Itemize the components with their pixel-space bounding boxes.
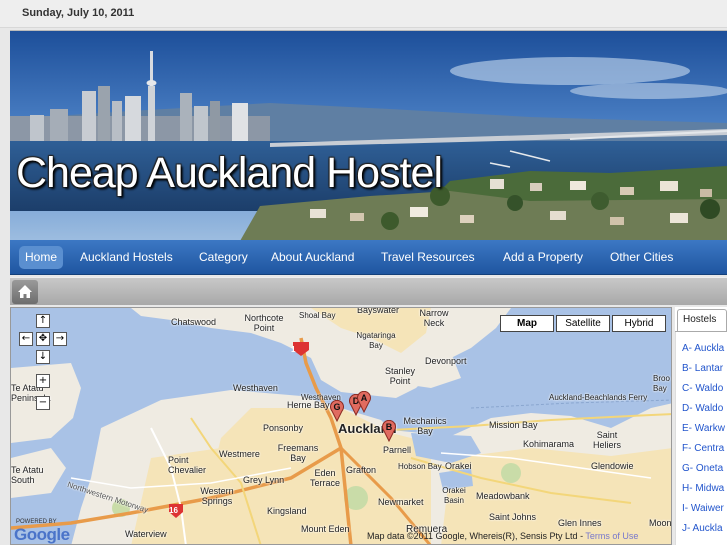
google-wordmark: Google	[14, 525, 70, 544]
tab-hostels[interactable]: Hostels	[677, 309, 727, 331]
map-label-westmere: Westmere	[219, 449, 260, 459]
site-title: Cheap Auckland Hostel	[16, 149, 443, 197]
map-label-orakei: Orakei	[445, 461, 472, 471]
map-label-narrow-neck: Narrow Neck	[419, 308, 449, 328]
google-map[interactable]: 1 16 Chatswood Northcote Point Shoal Bay…	[10, 307, 672, 545]
map-label-orakei-basin: Orakei Basin	[442, 486, 466, 505]
map-label-herne-bay: Herne Bay	[287, 400, 330, 410]
nav-travel-resources[interactable]: Travel Resources	[375, 246, 481, 269]
map-label-ponsonby: Ponsonby	[263, 423, 304, 433]
map-marker-a[interactable]: A	[356, 391, 372, 413]
map-label-glendowie: Glendowie	[591, 461, 634, 471]
map-label-devonport: Devonport	[425, 356, 467, 366]
map-type-satellite-button[interactable]: Satellite	[556, 315, 610, 332]
map-label-western-springs: Western Springs	[200, 486, 234, 506]
hostel-link-i[interactable]: I- Waiwer	[682, 503, 724, 514]
page: Sunday, July 10, 2011 Cheap Auckland Hos…	[0, 0, 727, 545]
date-bar: Sunday, July 10, 2011	[0, 0, 727, 28]
home-button[interactable]	[12, 280, 38, 304]
marker-label: G	[333, 402, 341, 412]
map-label-bayswater: Bayswater	[357, 307, 400, 315]
zoom-in-button[interactable]: +	[36, 374, 50, 388]
hostel-link-a[interactable]: A- Auckla	[682, 343, 724, 354]
pan-center-button[interactable]: ✥	[36, 332, 50, 346]
map-copyright-text: Map data ©2011 Google, Whereis(R), Sensi…	[367, 531, 586, 541]
pan-left-button[interactable]: ←	[19, 332, 33, 346]
map-label-grafton: Grafton	[346, 465, 377, 475]
map-label-westhaven: Westhaven	[233, 383, 278, 393]
nav-add-a-property[interactable]: Add a Property	[497, 246, 589, 269]
map-label-chatswood: Chatswood	[171, 317, 217, 327]
hostels-sidebar: Hostels A- Auckla B- Lantar C- Waldo D- …	[675, 307, 727, 545]
map-label-saint-heliers: Saint Heliers	[592, 430, 621, 450]
hostel-link-c[interactable]: C- Waldo	[682, 383, 723, 394]
map-label-moon: Moon	[649, 518, 672, 528]
google-logo[interactable]: POWERED BY Google	[14, 519, 70, 544]
map-label-glen-innes: Glen Innes	[558, 518, 602, 528]
nav-other-cities[interactable]: Other Cities	[604, 246, 679, 269]
map-label-freemans-bay: Freemans Bay	[277, 443, 319, 463]
nav-auckland-hostels[interactable]: Auckland Hostels	[74, 246, 179, 269]
hostel-link-d[interactable]: D- Waldo	[682, 403, 723, 414]
route-shield-1-label: 1	[291, 345, 296, 354]
map-label-saint-johns: Saint Johns	[489, 512, 537, 522]
pan-down-button[interactable]: ↓	[36, 350, 50, 364]
map-label-shoal-bay: Shoal Bay	[299, 311, 336, 320]
map-label-hobson-bay: Hobson Bay	[398, 462, 442, 471]
map-label-mount-eden: Mount Eden	[301, 524, 350, 534]
map-label-auckland-beachlands-ferry: Auckland-Beachlands Ferry	[549, 393, 648, 402]
nav-category[interactable]: Category	[193, 246, 254, 269]
hostel-link-e[interactable]: E- Warkw	[682, 423, 725, 434]
hostel-link-g[interactable]: G- Oneta	[682, 463, 723, 474]
hostel-link-h[interactable]: H- Midwa	[682, 483, 724, 494]
current-date: Sunday, July 10, 2011	[22, 7, 135, 19]
main-navigation: Home Auckland Hostels Category About Auc…	[10, 240, 727, 275]
hostel-list: A- Auckla B- Lantar C- Waldo D- Waldo E-…	[675, 332, 727, 545]
marker-label: A	[360, 393, 368, 403]
hostel-link-b[interactable]: B- Lantar	[682, 363, 723, 374]
map-label-mission-bay: Mission Bay	[489, 420, 538, 430]
map-marker-b[interactable]: B	[381, 420, 397, 442]
home-icon	[18, 285, 32, 298]
map-label-ngataringa-bay: Ngataringa Bay	[356, 331, 396, 350]
hostel-link-j[interactable]: J- Auckla	[682, 523, 723, 534]
map-label-stanley-point: Stanley Point	[384, 366, 416, 386]
auckland-skyline-image	[10, 31, 727, 240]
map-label-kohimarama: Kohimarama	[523, 439, 575, 449]
map-label-broo-bay: Broo Bay	[653, 374, 670, 393]
map-label-meadowbank: Meadowbank	[476, 491, 530, 501]
nav-about-auckland[interactable]: About Auckland	[265, 246, 360, 269]
marker-label: B	[385, 422, 393, 432]
map-type-hybrid-button[interactable]: Hybrid	[612, 315, 666, 332]
map-label-mechanics-bay: Mechanics Bay	[403, 416, 447, 436]
zoom-out-button[interactable]: −	[36, 396, 50, 410]
route-shield-16-label: 16	[169, 506, 178, 515]
map-label-waterview: Waterview	[125, 529, 167, 539]
map-label-northcote-point: Northcote Point	[244, 313, 284, 333]
hostel-link-f[interactable]: F- Centra	[682, 443, 724, 454]
map-label-newmarket: Newmarket	[378, 497, 424, 507]
terms-of-use-link[interactable]: Terms of Use	[585, 531, 638, 541]
map-marker-g[interactable]: G	[329, 400, 345, 422]
map-copyright: Map data ©2011 Google, Whereis(R), Sensi…	[367, 531, 638, 541]
map-label-kingsland: Kingsland	[267, 506, 307, 516]
map-label-point-chevalier: Point Chevalier	[168, 455, 207, 475]
site-header-banner: Cheap Auckland Hostel	[10, 30, 727, 240]
breadcrumb-bar	[10, 277, 727, 305]
pan-up-button[interactable]: ↑	[36, 314, 50, 328]
nav-home[interactable]: Home	[19, 246, 64, 269]
map-label-te-atatu-south: Te Atatu South	[11, 465, 44, 485]
map-label-eden-terrace: Eden Terrace	[309, 468, 340, 488]
map-type-map-button[interactable]: Map	[500, 315, 554, 332]
map-label-grey-lynn: Grey Lynn	[243, 475, 285, 485]
map-label-parnell: Parnell	[383, 445, 412, 455]
pan-right-button[interactable]: →	[53, 332, 67, 346]
